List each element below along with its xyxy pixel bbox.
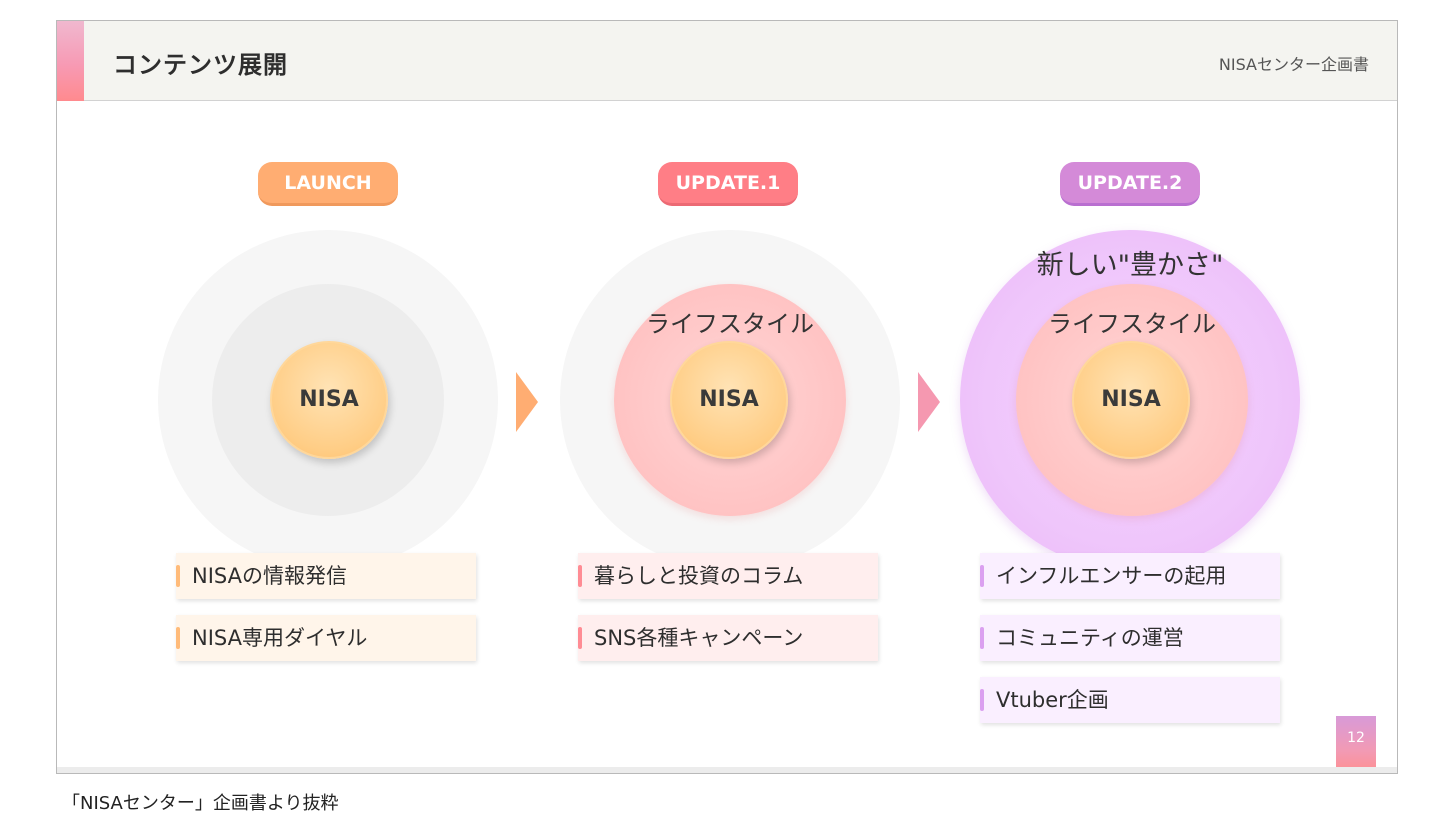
list-item: コミュニティの運営 <box>980 615 1280 661</box>
item-marker <box>176 565 180 587</box>
item-marker <box>980 627 984 649</box>
list-item: NISAの情報発信 <box>176 553 476 599</box>
item-marker <box>176 627 180 649</box>
stage3-lifestyle-label: ライフスタイル <box>1048 310 1216 338</box>
list-item: 暮らしと投資のコラム <box>578 553 878 599</box>
list-item: インフルエンサーの起用 <box>980 553 1280 599</box>
stage-badge-update-2: UPDATE.2 <box>1060 162 1200 206</box>
item-text: 暮らしと投資のコラム <box>594 564 804 588</box>
page-number: 12 <box>1336 716 1376 773</box>
stage-badge-launch: LAUNCH <box>258 162 398 206</box>
header-accent-bar <box>57 21 84 101</box>
item-marker <box>578 565 582 587</box>
stage1-core-circle: NISA <box>270 341 388 459</box>
item-text: NISAの情報発信 <box>192 564 347 588</box>
source-caption: 「NISAセンター」企画書より抜粋 <box>62 793 339 814</box>
item-text: インフルエンサーの起用 <box>996 564 1227 588</box>
stage2-core-circle: NISA <box>670 341 788 459</box>
item-marker <box>980 565 984 587</box>
item-marker <box>578 627 582 649</box>
stage2-lifestyle-label: ライフスタイル <box>646 310 814 338</box>
document-name: NISAセンター企画書 <box>1218 55 1369 74</box>
slide-bottom-band <box>57 767 1397 773</box>
item-text: NISA専用ダイヤル <box>192 626 368 650</box>
slide: コンテンツ展開 NISAセンター企画書 LAUNCH UPDATE.1 UPDA… <box>56 20 1398 774</box>
list-item: SNS各種キャンペーン <box>578 615 878 661</box>
progress-arrow-icon <box>516 372 538 432</box>
list-item: Vtuber企画 <box>980 677 1280 723</box>
page-title: コンテンツ展開 <box>113 51 288 79</box>
item-marker <box>980 689 984 711</box>
item-text: コミュニティの運営 <box>996 626 1184 650</box>
item-text: SNS各種キャンペーン <box>594 626 804 650</box>
progress-arrow-icon <box>918 372 940 432</box>
item-text: Vtuber企画 <box>996 688 1109 712</box>
stage3-richness-label: 新しい"豊かさ" <box>1036 250 1224 281</box>
list-item: NISA専用ダイヤル <box>176 615 476 661</box>
stage-badge-update-1: UPDATE.1 <box>658 162 798 206</box>
stage3-core-circle: NISA <box>1072 341 1190 459</box>
slide-header: コンテンツ展開 NISAセンター企画書 <box>57 21 1397 101</box>
